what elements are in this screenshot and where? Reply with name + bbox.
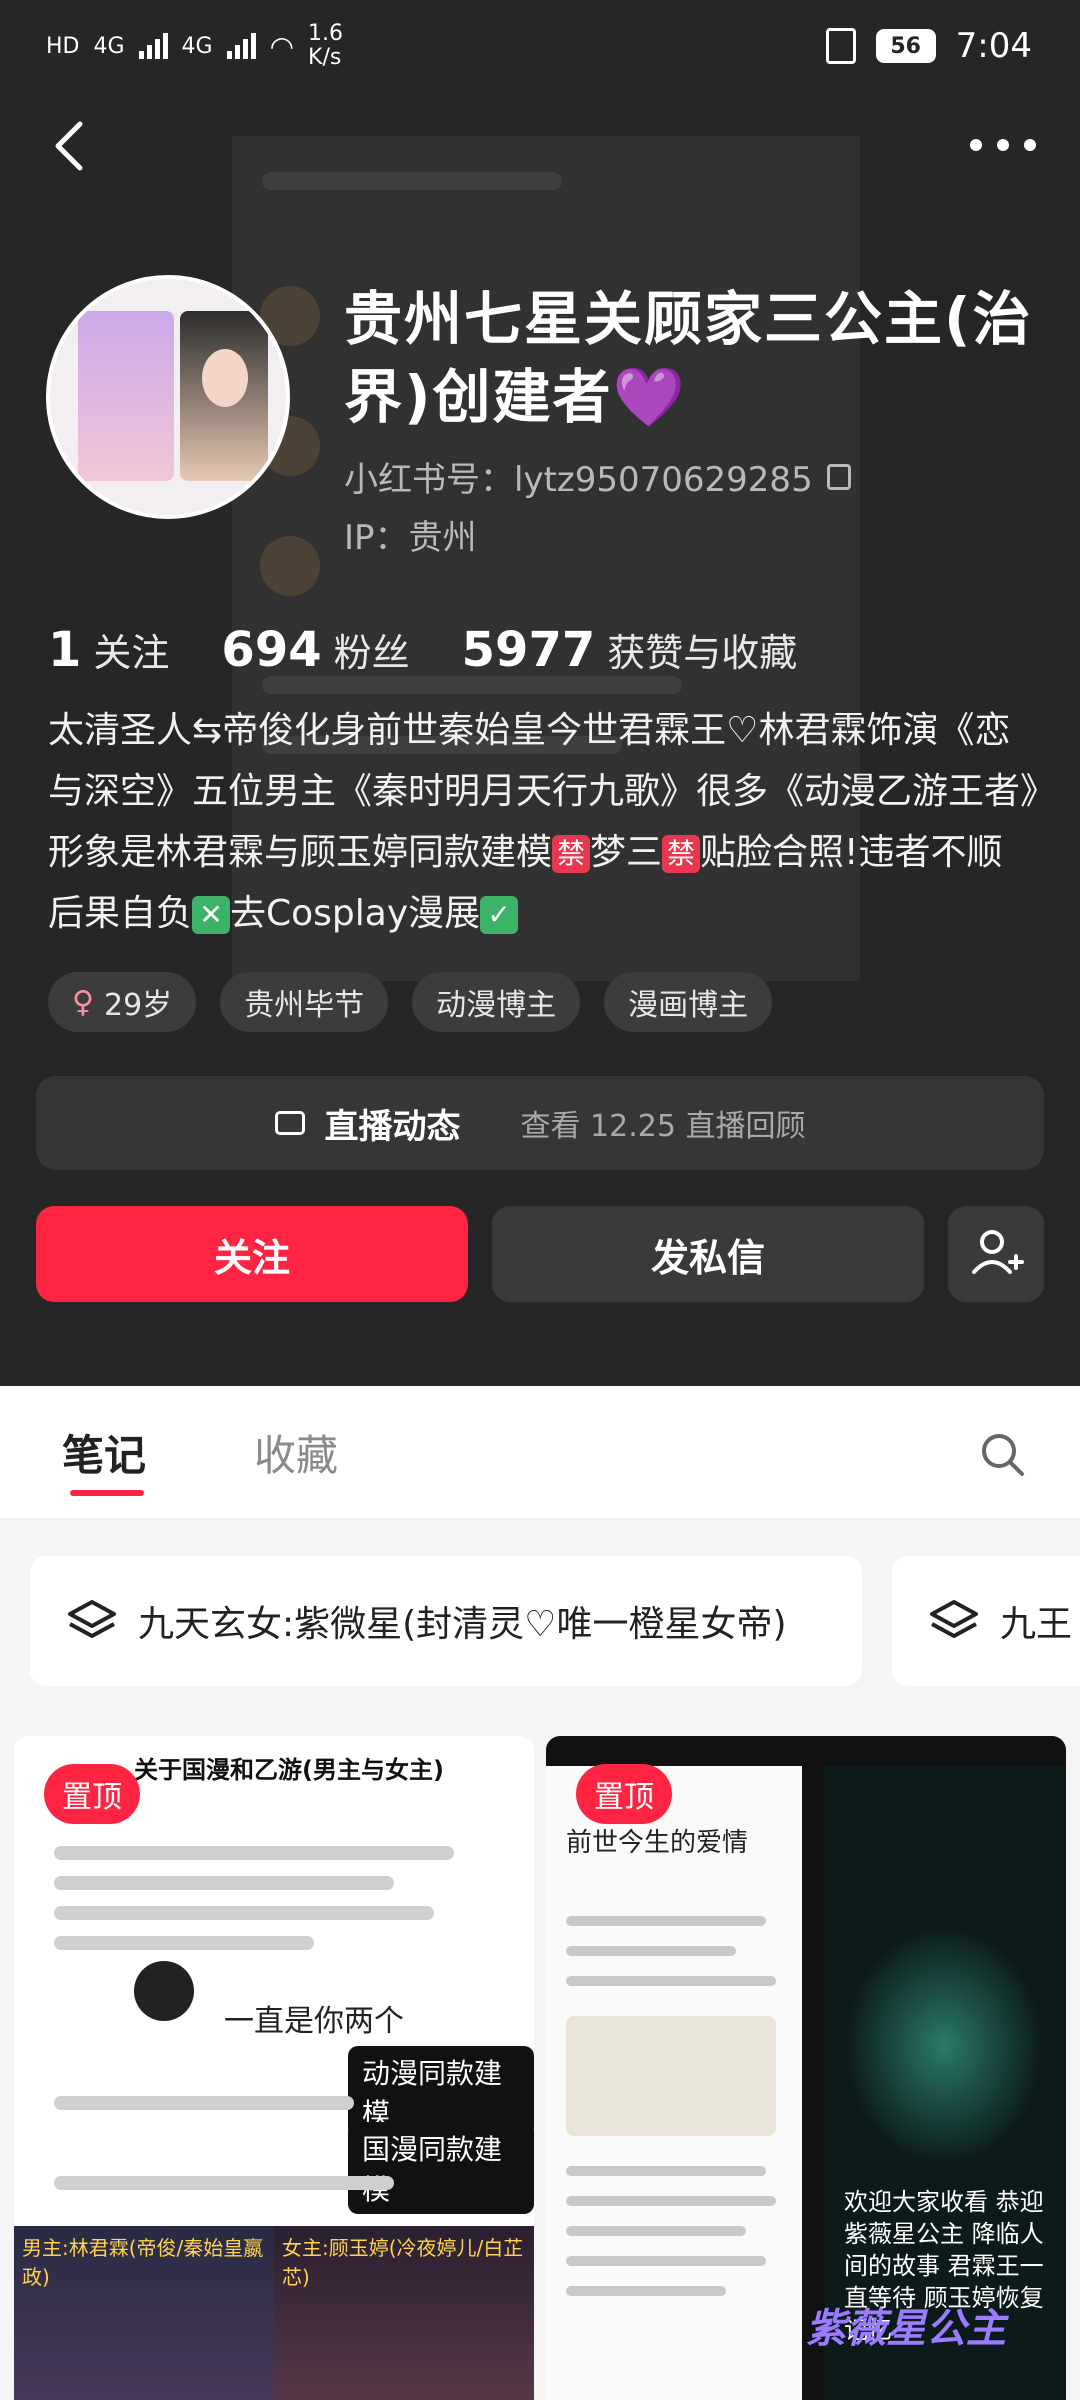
clock: 7:04 <box>955 26 1032 66</box>
notes-grid: 置顶 关于国漫和乙游(男主与女主) 一直是你两个 动漫同款建模 国漫同款建模 男… <box>0 1706 1080 2400</box>
layers-icon <box>930 1600 978 1638</box>
stat-following[interactable]: 1 关注 <box>48 622 169 678</box>
poster-right-text: 女主:顾玉婷(冷夜婷儿/白芷芯) <box>282 2236 524 2289</box>
bio-text-2: 梦三 <box>590 832 663 873</box>
layers-icon <box>68 1600 116 1638</box>
poster-left-text: 男主:林君霖(帝俊/秦始皇嬴政) <box>22 2236 264 2289</box>
status-bar: HD 4G 4G ◠ 1.6 K/s 56 7:04 <box>0 0 1080 96</box>
more-options-icon[interactable] <box>970 130 1036 160</box>
battery-icon: 56 <box>875 29 936 63</box>
tag-location: 贵州毕节 <box>220 972 389 1032</box>
add-user-icon <box>972 1230 1024 1274</box>
signal-icon-2 <box>226 33 256 59</box>
live-activity-bar[interactable]: 直播动态 查看 12.25 直播回顾 <box>36 1076 1044 1170</box>
add-friend-button[interactable] <box>948 1206 1044 1302</box>
redbook-id-text: 小红书号：lytz95070629285 <box>344 460 813 500</box>
commenter-avatar <box>134 1961 194 2021</box>
active-tab-indicator <box>70 1490 144 1496</box>
profile-name: 贵州七星关顾家三公主(治界)创建者💜 <box>344 285 1033 431</box>
note-mid-text: 一直是你两个 <box>224 2004 404 2039</box>
collection-title: 九王 <box>1000 1604 1073 1645</box>
note-title: 前世今生的爱情 <box>566 1828 749 1858</box>
note-card-2[interactable]: 置顶 前世今生的爱情 欢迎大家收看 恭迎紫薇星公主 降临人间的故事 君霖王一直等… <box>546 1736 1066 2400</box>
cross-mark-emoji: ✕ <box>192 896 231 934</box>
collection-card-2[interactable]: 九王 <box>892 1556 1080 1686</box>
message-button[interactable]: 发私信 <box>492 1206 924 1302</box>
collection-title: 九天玄女:紫微星(封清灵♡唯一橙星女帝) <box>138 1604 787 1645</box>
collection-card[interactable]: 九天玄女:紫微星(封清灵♡唯一橙星女帝) <box>30 1556 862 1686</box>
network-speed: 1.6 K/s <box>308 21 344 70</box>
ban-emoji: 禁 <box>552 835 591 873</box>
live-title: 直播动态 <box>324 1106 461 1147</box>
stat-number: 1 <box>48 622 82 678</box>
tag-age: ♀ 29岁 <box>48 972 197 1032</box>
ip-location: IP：贵州 <box>344 518 477 558</box>
live-replay-link[interactable]: 查看 12.25 直播回顾 <box>521 1101 806 1145</box>
follow-button[interactable]: 关注 <box>36 1206 468 1302</box>
stat-number: 5977 <box>461 622 596 678</box>
bio-text-4: 去Cosplay漫展 <box>230 893 481 934</box>
note-poster: 男主:林君霖(帝俊/秦始皇嬴政) 女主:顾玉婷(冷夜婷儿/白芷芯) <box>14 2226 534 2400</box>
live-camera-icon <box>274 1111 305 1135</box>
note-card[interactable]: 置顶 关于国漫和乙游(男主与女主) 一直是你两个 动漫同款建模 国漫同款建模 男… <box>14 1736 534 2400</box>
note-screenshot: 前世今生的爱情 <box>546 1766 802 2400</box>
back-arrow-icon[interactable] <box>46 116 96 176</box>
wifi-icon: ◠ <box>269 29 295 63</box>
profile-content: 笔记 收藏 九天玄女:紫微星(封清灵♡唯一橙星女帝) 九王 置顶 关于国漫和乙游… <box>0 1386 1080 2400</box>
profile-tags: ♀ 29岁 贵州毕节 动漫博主 漫画博主 <box>48 972 773 1032</box>
pinned-badge: 置顶 <box>576 1764 672 1824</box>
pinned-badge: 置顶 <box>44 1764 140 1824</box>
tab-collections[interactable]: 收藏 <box>254 1422 338 1483</box>
note-purple-title: 紫薇星公主 <box>806 2306 1006 2352</box>
note-bubble-2: 国漫同款建模 <box>348 2122 534 2214</box>
network-4g-label-2: 4G <box>181 33 213 59</box>
content-tabs: 笔记 收藏 <box>0 1386 1080 1520</box>
stat-likes-collections[interactable]: 5977 获赞与收藏 <box>462 622 798 678</box>
ban-emoji-2: 禁 <box>662 835 701 873</box>
check-mark-emoji: ✓ <box>480 896 519 934</box>
redbook-id: 小红书号：lytz95070629285 <box>344 452 851 501</box>
hd-indicator: HD <box>46 33 80 59</box>
female-icon: ♀ <box>72 984 94 1020</box>
tag-category-2: 漫画博主 <box>604 972 773 1032</box>
copy-icon[interactable] <box>826 463 851 490</box>
stat-followers[interactable]: 694 粉丝 <box>221 622 409 678</box>
note-top-text: 关于国漫和乙游(男主与女主) <box>134 1756 444 1784</box>
profile-bio: 太清圣人⇆帝俊化身前世秦始皇今世君霖王♡林君霖饰演《恋与深空》五位男主《秦时明月… <box>48 700 1038 944</box>
profile-stats: 1 关注 694 粉丝 5977 获赞与收藏 <box>48 622 797 678</box>
tag-label: 贵州毕节 <box>244 988 365 1023</box>
stat-number: 694 <box>221 622 322 678</box>
tab-notes[interactable]: 笔记 <box>62 1422 146 1483</box>
search-icon[interactable] <box>978 1430 1026 1478</box>
network-4g-label: 4G <box>93 33 125 59</box>
tag-label: 动漫博主 <box>436 988 557 1023</box>
stat-label: 获赞与收藏 <box>607 631 798 675</box>
collection-list: 九天玄女:紫微星(封清灵♡唯一橙星女帝) 九王 <box>0 1520 1080 1706</box>
tag-category: 动漫博主 <box>412 972 581 1032</box>
vibrate-icon <box>825 28 856 64</box>
profile-header: HD 4G 4G ◠ 1.6 K/s 56 7:04 贵州七星关顾家三公主(治界… <box>0 0 1080 1386</box>
avatar[interactable] <box>46 275 290 519</box>
stat-label: 关注 <box>93 631 170 675</box>
stat-label: 粉丝 <box>333 631 410 675</box>
tag-label: 29岁 <box>103 988 173 1023</box>
tag-label: 漫画博主 <box>628 988 749 1023</box>
signal-icon <box>138 33 168 59</box>
